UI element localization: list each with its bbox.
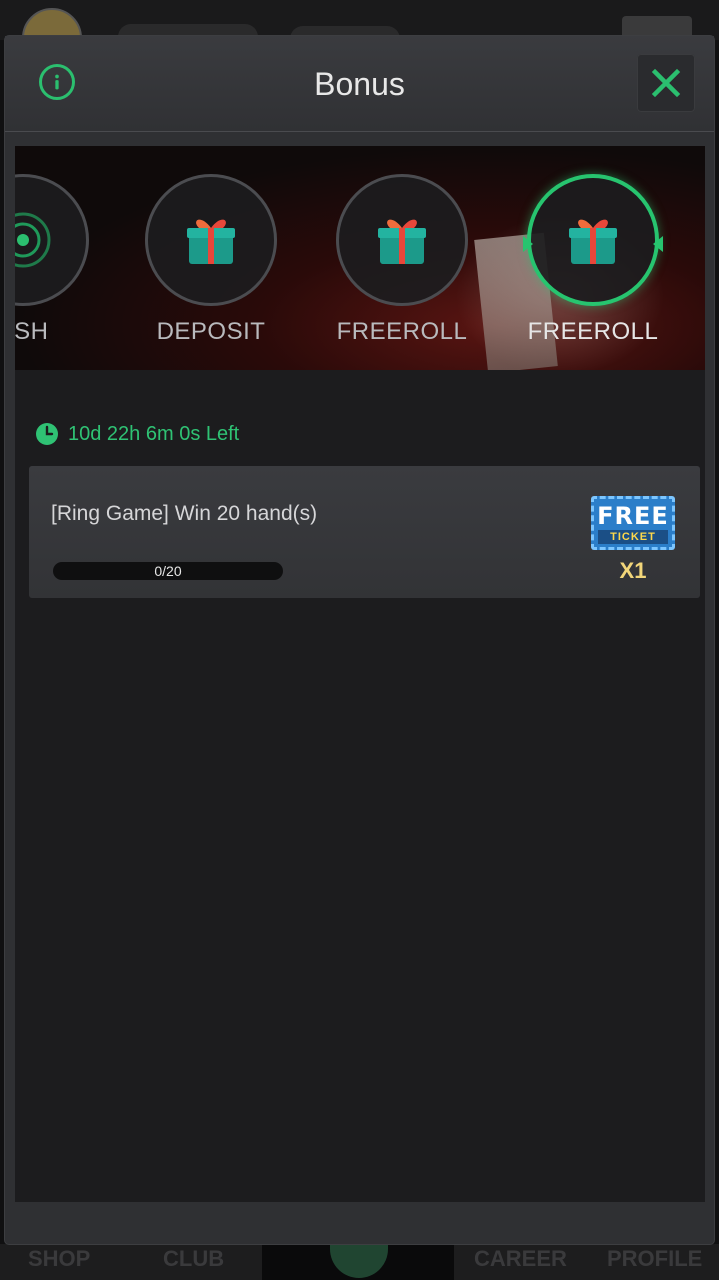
- task-description: [Ring Game] Win 20 hand(s): [51, 502, 318, 525]
- gift-icon: [378, 219, 426, 264]
- bonus-tab-label: FREEROLL: [336, 318, 468, 345]
- bonus-tab-label: FREEROLL: [527, 318, 659, 345]
- bonus-tab-circle: [15, 174, 89, 306]
- bonus-tab-label: ASH: [15, 318, 49, 345]
- nav-item-profile: PROFILE: [607, 1246, 703, 1271]
- gift-icon: [569, 219, 617, 264]
- reward-quantity: X1: [619, 558, 647, 583]
- active-indicator-left: [523, 236, 533, 252]
- close-button[interactable]: [637, 54, 695, 112]
- nav-item-shop: SHOP: [28, 1246, 91, 1271]
- clock-icon: [36, 423, 58, 445]
- bonus-tab-circle: [145, 174, 277, 306]
- bonus-tab-freeroll[interactable]: FREEROLL: [336, 174, 468, 346]
- bonus-tab-circle: [336, 174, 468, 306]
- modal-title: Bonus: [314, 66, 405, 102]
- progress-text: 0/20: [154, 563, 182, 579]
- task-progress-bar: 0/20: [53, 562, 283, 580]
- bonus-modal: Bonus SH DEPOSIT FREEROLL FREEROLL 10d 2…: [5, 36, 714, 1244]
- close-icon: [651, 68, 681, 98]
- screen: SHOP CLUB CAREER PROFILE Bonus SH DEPOSI…: [0, 0, 719, 1280]
- modal-header: Bonus: [5, 36, 714, 132]
- radar-icon: [15, 212, 51, 268]
- modal-content: ASH DEPOSIT: [15, 146, 705, 1202]
- bonus-tab-circle: [523, 174, 663, 306]
- ticket-title: FREE: [597, 502, 669, 530]
- nav-item-club: CLUB: [163, 1246, 225, 1271]
- bonus-tab-label: DEPOSIT: [156, 318, 266, 345]
- timer-text: 10d 22h 6m 0s Left: [68, 422, 240, 445]
- ticket-subtitle: TICKET: [610, 531, 656, 543]
- bonus-timer: 10d 22h 6m 0s Left: [35, 422, 239, 446]
- gift-icon: [187, 219, 235, 264]
- bonus-tab-freeroll-active[interactable]: FREEROLL: [523, 174, 663, 346]
- bonus-banner: ASH DEPOSIT: [15, 146, 705, 370]
- free-ticket-icon: FREE TICKET: [591, 496, 675, 550]
- nav-item-career: CAREER: [474, 1246, 567, 1271]
- task-card: [Ring Game] Win 20 hand(s) 0/20 FREE TIC…: [29, 466, 700, 598]
- bonus-tab-deposit[interactable]: DEPOSIT: [145, 174, 277, 346]
- active-indicator-right: [653, 236, 663, 252]
- bonus-tab-cash[interactable]: ASH: [15, 174, 89, 346]
